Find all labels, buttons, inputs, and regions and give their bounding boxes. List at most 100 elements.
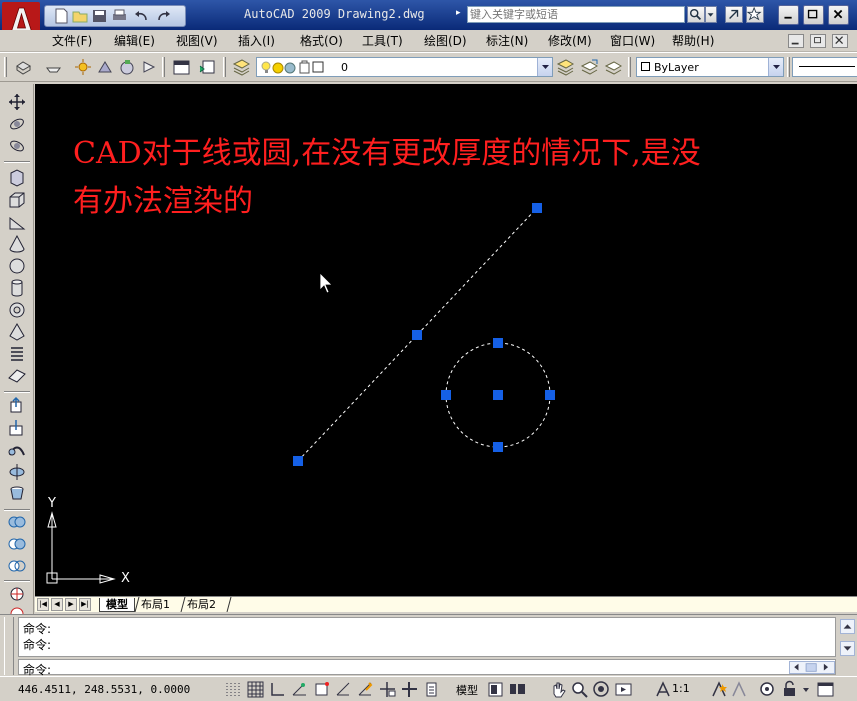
snap-mode-icon[interactable]: [224, 680, 243, 699]
model-space-toggle[interactable]: 模型: [456, 682, 478, 698]
tab-model[interactable]: 模型: [99, 598, 135, 612]
zoom-icon[interactable]: [570, 680, 589, 699]
grip-line-start[interactable]: [293, 456, 303, 466]
render-icon[interactable]: [96, 58, 115, 77]
grid-display-icon[interactable]: [246, 680, 265, 699]
annotation-scale-value[interactable]: 1:1: [672, 682, 690, 695]
cone-icon[interactable]: [7, 234, 27, 254]
drawing-canvas[interactable]: CAD对于线或圆,在没有更改厚度的情况下,是没 有办法渲染的 Y X: [35, 84, 857, 596]
menu-window[interactable]: 窗口(W): [610, 33, 672, 49]
prev-tab-button[interactable]: ◀: [51, 598, 63, 611]
sun-settings-icon[interactable]: [74, 58, 93, 77]
toolbar-grip[interactable]: [4, 57, 7, 77]
search-input[interactable]: [467, 6, 685, 23]
pyramid-icon[interactable]: [7, 322, 27, 342]
layer-combo[interactable]: 0: [256, 57, 553, 77]
grip-circle-left[interactable]: [441, 390, 451, 400]
toolbar-grip[interactable]: [787, 57, 790, 77]
last-tab-button[interactable]: ▶|: [79, 598, 91, 611]
color-combo[interactable]: ByLayer: [636, 57, 784, 77]
minimize-button[interactable]: [778, 5, 799, 25]
linetype-combo[interactable]: [792, 57, 857, 77]
next-tab-button[interactable]: ▶: [65, 598, 77, 611]
scroll-up-button[interactable]: [840, 619, 855, 634]
grip-circle-center[interactable]: [493, 390, 503, 400]
workspace-switching-icon[interactable]: [758, 680, 777, 699]
communication-center-icon[interactable]: [725, 6, 743, 23]
menu-file[interactable]: 文件(F): [52, 33, 114, 49]
lineweight-icon[interactable]: [400, 680, 419, 699]
doc-close-button[interactable]: [832, 34, 848, 48]
annotation-visibility-icon[interactable]: [710, 680, 729, 699]
auto-scale-icon[interactable]: [730, 680, 749, 699]
box-icon[interactable]: [7, 190, 27, 210]
sphere-icon[interactable]: [7, 256, 27, 276]
menu-format[interactable]: 格式(O): [300, 33, 362, 49]
workspace-icon[interactable]: [14, 58, 33, 77]
save-icon[interactable]: [91, 8, 108, 24]
layer-walk-icon[interactable]: [604, 58, 623, 77]
search-dropdown-icon[interactable]: [705, 6, 717, 23]
materials-icon[interactable]: [118, 58, 137, 77]
pan-hand-icon[interactable]: [548, 680, 567, 699]
pan-realtime-icon[interactable]: [44, 58, 63, 77]
torus-icon[interactable]: [7, 300, 27, 320]
menu-draw[interactable]: 绘图(D): [424, 33, 486, 49]
extrude-icon[interactable]: [7, 396, 27, 416]
new-file-icon[interactable]: [53, 8, 70, 24]
loft-icon[interactable]: [7, 484, 27, 504]
menu-modify[interactable]: 修改(M): [548, 33, 610, 49]
chevron-down-icon[interactable]: [768, 58, 783, 76]
dynamic-ucs-icon[interactable]: [356, 680, 375, 699]
intersect-icon[interactable]: [7, 556, 27, 576]
polar-tracking-icon[interactable]: [290, 680, 309, 699]
menu-insert[interactable]: 插入(I): [238, 33, 300, 49]
sweep-icon[interactable]: [7, 440, 27, 460]
open-folder-icon[interactable]: [72, 8, 89, 24]
print-icon[interactable]: [111, 8, 128, 24]
doc-minimize-button[interactable]: [788, 34, 804, 48]
helix-icon[interactable]: [7, 344, 27, 364]
continuous-orbit-icon[interactable]: [7, 136, 27, 156]
clean-screen-icon[interactable]: [816, 680, 835, 699]
toolbar-grip[interactable]: [223, 57, 226, 77]
object-snap-tracking-icon[interactable]: [334, 680, 353, 699]
search-icon[interactable]: [687, 6, 705, 23]
menu-tools[interactable]: 工具(T): [362, 33, 424, 49]
favorites-star-icon[interactable]: [746, 6, 764, 23]
layout-icon[interactable]: [486, 680, 505, 699]
toolbar-grip[interactable]: [628, 57, 631, 77]
orbit-pan-icon[interactable]: [7, 92, 27, 112]
quick-view-layouts-icon[interactable]: [508, 680, 527, 699]
grip-circle-right[interactable]: [545, 390, 555, 400]
object-snap-icon[interactable]: [312, 680, 331, 699]
lights-icon[interactable]: [140, 58, 159, 77]
cylinder-icon[interactable]: [7, 278, 27, 298]
horizontal-scrollbar[interactable]: [789, 661, 835, 674]
presspull-icon[interactable]: [7, 418, 27, 438]
command-input[interactable]: 命令:: [18, 659, 836, 677]
grip-line-end[interactable]: [532, 203, 542, 213]
3d-move-icon[interactable]: [7, 584, 27, 604]
toolbar-grip[interactable]: [162, 57, 165, 77]
grip-circle-top[interactable]: [493, 338, 503, 348]
polysolid-icon[interactable]: [7, 168, 27, 188]
menu-dimension[interactable]: 标注(N): [486, 33, 548, 49]
annotation-scale-icon[interactable]: [654, 680, 673, 699]
layer-previous-icon[interactable]: [580, 58, 599, 77]
redo-icon[interactable]: [155, 8, 172, 24]
named-views-icon[interactable]: [172, 58, 191, 77]
quick-properties-icon[interactable]: [422, 680, 441, 699]
dynamic-input-icon[interactable]: [378, 680, 397, 699]
orbit-icon[interactable]: [7, 114, 27, 134]
menu-help[interactable]: 帮助(H): [672, 33, 734, 49]
chevron-down-icon[interactable]: [537, 58, 552, 76]
scroll-down-button[interactable]: [840, 641, 855, 656]
status-menu-chevron-icon[interactable]: [800, 680, 812, 699]
showmotion-icon[interactable]: [614, 680, 633, 699]
make-object-layer-current-icon[interactable]: [556, 58, 575, 77]
close-button[interactable]: [828, 5, 849, 25]
wedge-icon[interactable]: [7, 212, 27, 232]
grip-circle-bottom[interactable]: [493, 442, 503, 452]
ortho-mode-icon[interactable]: [268, 680, 287, 699]
